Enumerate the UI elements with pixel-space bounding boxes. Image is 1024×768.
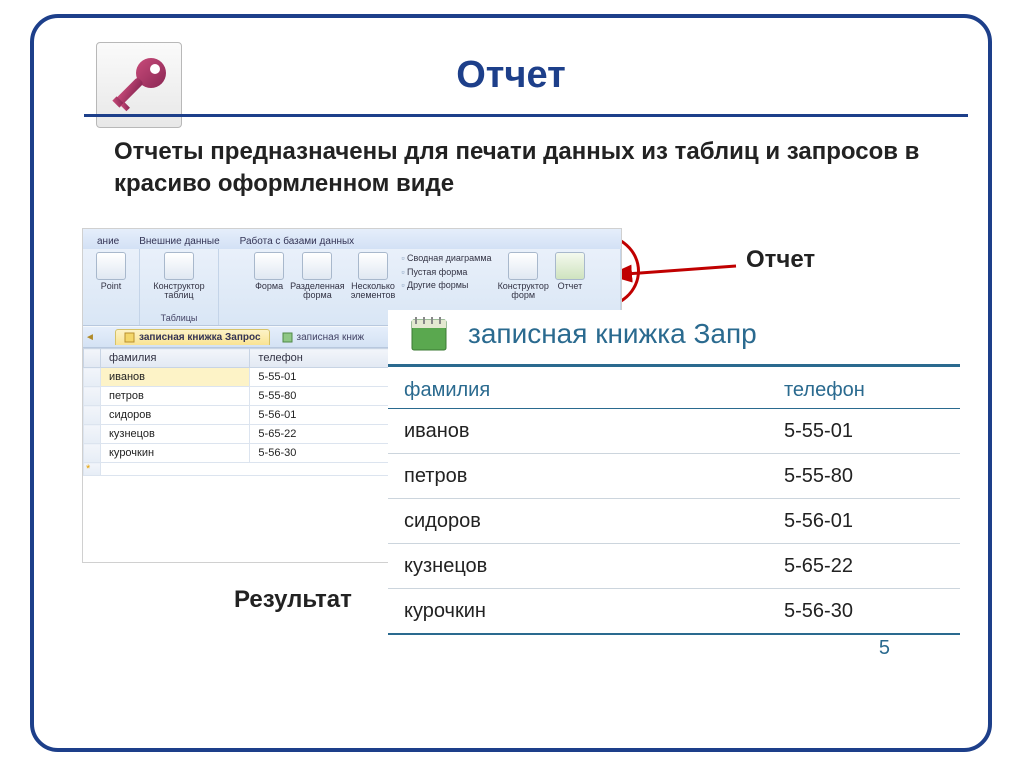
- ribbon-button-multi[interactable]: Несколько элементов: [351, 252, 396, 301]
- cell[interactable]: 5-55-01: [250, 368, 393, 387]
- label-report: Отчет: [746, 246, 815, 274]
- cell[interactable]: кузнецов: [101, 425, 250, 444]
- ribbon-button-form[interactable]: Форма: [254, 252, 284, 291]
- form-designer-icon: [508, 252, 538, 280]
- ribbon-button-split-form[interactable]: Разделенная форма: [290, 252, 345, 301]
- ribbon-item[interactable]: Пустая форма: [401, 266, 491, 280]
- slide-frame: Отчет Отчеты предназначены для печати да…: [30, 14, 992, 752]
- sharepoint-icon: [96, 252, 126, 280]
- ribbon-tabs: ание Внешние данные Работа с базами данн…: [83, 229, 621, 249]
- arrow-to-report-icon: [616, 254, 746, 294]
- cell[interactable]: петров: [101, 387, 250, 406]
- cell[interactable]: иванов: [101, 368, 250, 387]
- row-selector[interactable]: [84, 406, 101, 425]
- row-selector[interactable]: [84, 425, 101, 444]
- slide-title: Отчет: [34, 54, 988, 97]
- ribbon-button-table-designer[interactable]: Конструктор таблиц: [153, 252, 204, 301]
- form-icon: [254, 252, 284, 280]
- ribbon-tab[interactable]: Внешние данные: [129, 234, 229, 249]
- label-result: Результат: [234, 586, 352, 614]
- report-icon: [555, 252, 585, 280]
- group-label: Таблицы: [161, 313, 198, 323]
- new-row-selector[interactable]: *: [84, 463, 101, 476]
- slide-description: Отчеты предназначены для печати данных и…: [114, 136, 938, 201]
- split-form-icon: [302, 252, 332, 280]
- cell[interactable]: 5-55-80: [250, 387, 393, 406]
- cell[interactable]: 5-56-01: [250, 406, 393, 425]
- document-tab-active[interactable]: записная книжка Запрос: [115, 329, 270, 345]
- report-row: петров5-55-80: [388, 454, 960, 499]
- cell[interactable]: сидоров: [101, 406, 250, 425]
- ribbon-tab[interactable]: Работа с базами данных: [230, 234, 365, 249]
- document-tabs: ◄ записная книжка Запрос записная книж: [83, 327, 393, 348]
- report-row: курочкин5-56-30: [388, 589, 960, 634]
- column-header-phone[interactable]: телефон: [250, 349, 393, 368]
- report-tab-icon: [282, 332, 293, 343]
- row-selector[interactable]: [84, 387, 101, 406]
- datasheet-grid[interactable]: фамилия телефон иванов5-55-01 петров5-55…: [83, 348, 393, 476]
- cell[interactable]: курочкин: [101, 444, 250, 463]
- row-selector[interactable]: [84, 368, 101, 387]
- report-column-headers: фамилия телефон: [388, 379, 960, 406]
- multi-items-icon: [358, 252, 388, 280]
- row-selector[interactable]: [84, 444, 101, 463]
- ribbon-button-form-designer[interactable]: Конструктор форм: [498, 252, 549, 301]
- query-panel: ◄ записная книжка Запрос записная книж ф…: [83, 327, 393, 563]
- ribbon-tab[interactable]: ание: [87, 234, 129, 249]
- ribbon-item[interactable]: Сводная диаграмма: [401, 252, 491, 266]
- ribbon-button-report[interactable]: Отчет: [555, 252, 585, 291]
- document-tab[interactable]: записная книж: [274, 330, 373, 345]
- report-row: сидоров5-56-01: [388, 499, 960, 544]
- cell[interactable]: 5-56-30: [250, 444, 393, 463]
- report-preview: записная книжка Запр фамилия телефон ива…: [388, 310, 960, 730]
- title-underline: [84, 114, 968, 117]
- column-header-name[interactable]: фамилия: [101, 349, 250, 368]
- report-row: иванов5-55-01: [388, 409, 960, 454]
- table-designer-icon: [164, 252, 194, 280]
- report-row: кузнецов5-65-22: [388, 544, 960, 589]
- report-count: 5: [388, 633, 960, 660]
- ribbon-form-list: Сводная диаграмма Пустая форма Другие фо…: [401, 252, 491, 293]
- notebook-icon: [404, 314, 452, 354]
- nav-left-icon[interactable]: ◄: [83, 332, 97, 343]
- report-col-name: фамилия: [404, 379, 784, 402]
- ribbon-item[interactable]: Другие формы: [401, 279, 491, 293]
- report-divider: [388, 364, 960, 367]
- ribbon-button-point[interactable]: Point: [96, 252, 126, 291]
- report-col-phone: телефон: [784, 379, 944, 402]
- select-all-cell[interactable]: [84, 349, 101, 368]
- new-row-cell[interactable]: [101, 463, 393, 476]
- cell[interactable]: 5-65-22: [250, 425, 393, 444]
- report-title: записная книжка Запр: [468, 318, 757, 350]
- query-tab-icon: [124, 332, 135, 343]
